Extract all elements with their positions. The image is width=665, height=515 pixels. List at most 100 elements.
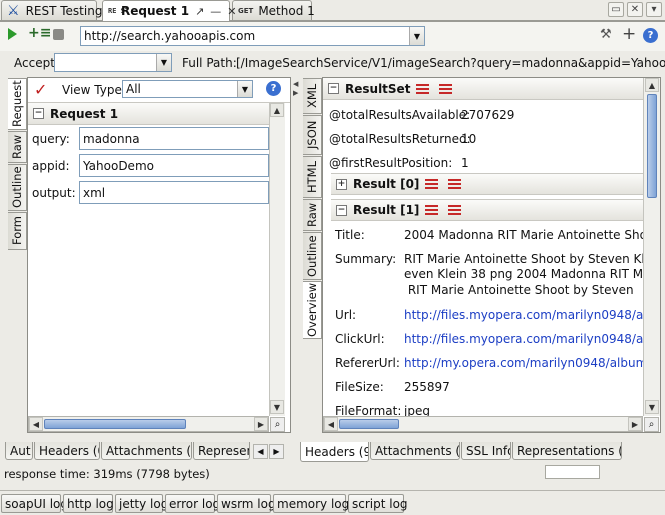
add-param-icon[interactable]: +≡: [28, 25, 51, 41]
side-tab-outline[interactable]: Outline: [303, 232, 322, 280]
table-view-icon[interactable]: [425, 205, 439, 215]
tab-rest-testing[interactable]: ⚔ REST Testing: [1, 0, 102, 20]
list-view-icon[interactable]: [448, 179, 462, 189]
help-icon[interactable]: ?: [643, 28, 658, 43]
panel-splitter[interactable]: [291, 77, 301, 461]
validate-check-icon[interactable]: ✓: [34, 80, 47, 99]
chevron-down-icon[interactable]: ▼: [237, 81, 252, 97]
table-view-icon[interactable]: [425, 179, 439, 189]
tab-jetty-log[interactable]: jetty log: [115, 494, 168, 513]
attr-label: @totalResultsReturned:: [329, 132, 471, 146]
referer-url-link[interactable]: http://my.opera.com/marilyn0948/albums/s…: [404, 356, 644, 370]
tab-label: Method 1: [258, 3, 315, 18]
table-view-icon[interactable]: [416, 83, 430, 94]
side-tab-html[interactable]: HTML: [303, 156, 322, 198]
tab-memory-log[interactable]: memory log: [273, 494, 349, 513]
horizontal-scrollbar[interactable]: ◀ ▶: [28, 416, 269, 432]
side-tab-xml[interactable]: XML: [303, 78, 322, 114]
tab-response-headers[interactable]: Headers (9): [300, 442, 369, 462]
chevron-down-icon[interactable]: ▼: [156, 54, 171, 71]
result-0-header[interactable]: + Result [0]: [331, 173, 644, 195]
accept-field[interactable]: ▼: [54, 53, 172, 72]
resultset-header[interactable]: − ResultSet: [323, 78, 644, 100]
side-tab-raw[interactable]: Raw: [303, 199, 322, 231]
help-icon[interactable]: ?: [266, 81, 281, 96]
scroll-thumb[interactable]: [647, 94, 657, 198]
tab-attachments[interactable]: Attachments (0): [101, 442, 192, 460]
appid-input[interactable]: YahooDemo: [79, 154, 269, 177]
tab-response-representations[interactable]: Representations (1): [512, 442, 622, 460]
tab-auth[interactable]: Aut: [5, 442, 33, 460]
side-tab-raw[interactable]: Raw: [8, 131, 27, 163]
param-label: appid:: [32, 159, 70, 173]
vertical-scrollbar[interactable]: ▲ ▼: [643, 78, 660, 416]
chevron-down-icon[interactable]: ▼: [409, 27, 424, 45]
minus-icon[interactable]: —: [210, 5, 221, 18]
expand-toggle-icon[interactable]: +: [336, 178, 347, 190]
tab-representations[interactable]: Represen: [193, 442, 250, 460]
horizontal-scrollbar[interactable]: ◀ ▶: [323, 416, 643, 432]
tab-soapui-log[interactable]: soapUI log: [1, 494, 68, 513]
tab-ssl-info[interactable]: SSL Info: [461, 442, 511, 460]
close-window-icon[interactable]: ✕: [627, 2, 643, 17]
tab-scroll-right-icon[interactable]: ▶: [269, 444, 284, 459]
collapse-toggle-icon[interactable]: −: [33, 108, 44, 119]
tab-response-attachments[interactable]: Attachments (0): [370, 442, 460, 460]
auth-icon[interactable]: ⚒: [600, 27, 612, 42]
tab-wsrm-log[interactable]: wsrm log: [217, 494, 276, 513]
side-tab-form[interactable]: Form: [8, 212, 27, 250]
scroll-up-icon[interactable]: ▲: [270, 103, 284, 117]
click-url-link[interactable]: http://files.myopera.com/marilyn0948/alb…: [404, 332, 644, 346]
collapse-toggle-icon[interactable]: −: [336, 204, 347, 216]
request-section-header[interactable]: − Request 1: [28, 103, 269, 125]
url-link[interactable]: http://files.myopera.com/marilyn0948/alb…: [404, 308, 644, 322]
collapse-left-icon[interactable]: ◀: [293, 80, 298, 88]
output-input[interactable]: xml: [79, 181, 269, 204]
result-1-header[interactable]: − Result [1]: [331, 199, 644, 221]
stop-icon[interactable]: [53, 29, 64, 40]
field-label: ClickUrl:: [335, 332, 385, 346]
query-input[interactable]: madonna: [79, 127, 269, 150]
tab-http-log[interactable]: http log: [63, 494, 114, 513]
list-view-icon[interactable]: [448, 205, 462, 215]
scroll-left-icon[interactable]: ◀: [324, 417, 338, 431]
collapse-right-icon[interactable]: ▶: [293, 89, 298, 97]
tab-headers[interactable]: Headers (0): [34, 442, 100, 460]
tab-request-1[interactable]: RE ST Request 1 ↗ — ✕: [102, 0, 237, 21]
menu-icon[interactable]: ▾: [646, 2, 662, 17]
zoom-icon[interactable]: ⌕: [644, 417, 659, 432]
scroll-thumb[interactable]: [339, 419, 399, 429]
tab-error-log[interactable]: error log: [165, 494, 220, 513]
tab-label: Request 1: [121, 4, 190, 18]
tab-script-log[interactable]: script log: [348, 494, 408, 513]
collapse-toggle-icon[interactable]: −: [328, 83, 339, 94]
view-type-value: All: [126, 82, 141, 96]
tab-method-1[interactable]: GET Method 1: [232, 0, 315, 20]
restore-icon[interactable]: ▭: [608, 2, 624, 17]
scroll-up-icon[interactable]: ▲: [645, 78, 659, 92]
list-view-icon[interactable]: [439, 83, 453, 94]
side-tab-json[interactable]: JSON: [303, 115, 322, 155]
detach-icon[interactable]: ↗: [195, 5, 204, 18]
section-title: Result [1]: [353, 203, 420, 217]
scroll-thumb[interactable]: [44, 419, 186, 429]
add-icon[interactable]: +: [622, 24, 636, 44]
rest-request-icon: RE ST: [108, 6, 130, 15]
full-path-value: [/ImageSearchService/V1/imageSearch?quer…: [236, 56, 665, 70]
side-tab-overview[interactable]: Overview: [303, 281, 322, 339]
attr-value: 10: [461, 132, 477, 146]
view-type-select[interactable]: All ▼: [122, 80, 253, 98]
vertical-scrollbar[interactable]: ▲ ▼: [269, 103, 285, 416]
scroll-right-icon[interactable]: ▶: [628, 417, 642, 431]
scroll-down-icon[interactable]: ▼: [645, 400, 659, 414]
tab-scroll-left-icon[interactable]: ◀: [253, 444, 268, 459]
side-tab-request[interactable]: Request: [8, 78, 27, 130]
close-icon[interactable]: ✕: [227, 5, 236, 18]
scroll-down-icon[interactable]: ▼: [270, 400, 284, 414]
zoom-icon[interactable]: ⌕: [270, 417, 285, 432]
scroll-right-icon[interactable]: ▶: [254, 417, 268, 431]
endpoint-url-field[interactable]: http://search.yahooapis.com ▼: [80, 26, 425, 46]
side-tab-outline[interactable]: Outline: [8, 164, 27, 211]
scroll-left-icon[interactable]: ◀: [29, 417, 43, 431]
run-icon[interactable]: [8, 28, 17, 40]
